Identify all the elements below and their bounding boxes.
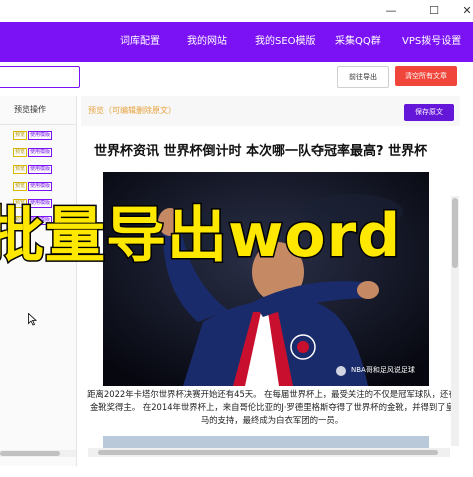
clear-all-button[interactable]: 清空所有文章 <box>395 66 457 86</box>
scrollbar-thumb[interactable] <box>452 198 458 268</box>
preview-link[interactable]: 预览 <box>13 165 28 174</box>
photo-watermark: NBA哥和足风说足球 <box>351 366 415 374</box>
preview-link[interactable]: 预览 <box>13 131 28 140</box>
maximize-icon[interactable]: ☐ <box>419 0 449 22</box>
use-template-link[interactable]: 使用模版 <box>28 148 53 157</box>
list-item: 预览 使用模版 <box>13 182 53 192</box>
main-panel: 预览（可编辑删除原文） 保存原文 世界杯资讯 世界杯倒计时 本次哪一队夺冠率最高… <box>81 96 460 456</box>
article-title[interactable]: 世界杯资讯 世界杯倒计时 本次哪一队夺冠率最高? 世界杯 <box>94 140 460 159</box>
left-panel: 预览操作 预览 使用模版 预览 使用模版 预览 使用模版 预览 使用模版 预览 使用模版 … <box>0 96 77 466</box>
left-panel-scrollbar[interactable] <box>0 450 76 457</box>
overlay-caption: 批量导出word <box>0 200 402 273</box>
toolbar: 前往导出 清空所有文章 <box>0 62 473 94</box>
nav-item-vps-settings[interactable]: VPS拨号设置 <box>402 22 461 62</box>
left-panel-title: 预览操作 <box>14 105 46 114</box>
preview-header: 预览（可编辑删除原文） 保存原文 <box>81 96 460 126</box>
close-icon[interactable]: ✕ <box>452 0 473 22</box>
mouse-cursor-icon <box>28 313 37 326</box>
use-template-link[interactable]: 使用模版 <box>28 165 53 174</box>
scrollbar-thumb[interactable] <box>0 451 60 456</box>
article-body[interactable]: 距离2022年卡塔尔世界杯决赛开始还有45天。 在每届世界杯上，最受关注的不仅是… <box>87 388 457 427</box>
scrollbar-thumb[interactable] <box>98 450 438 455</box>
horizontal-scrollbar[interactable] <box>88 448 450 457</box>
use-template-link[interactable]: 使用模版 <box>28 131 53 140</box>
minimize-icon[interactable]: — <box>376 0 406 22</box>
left-panel-header: 预览操作 <box>0 96 76 125</box>
save-original-button[interactable]: 保存原文 <box>404 104 454 121</box>
preview-link[interactable]: 预览 <box>13 182 28 191</box>
preview-label: 预览（可编辑删除原文） <box>88 106 176 115</box>
nav-item-my-sites[interactable]: 我的网站 <box>187 22 227 62</box>
list-item: 预览 使用模版 <box>13 165 53 175</box>
nav-item-seo-templates[interactable]: 我的SEO模版 <box>255 22 316 62</box>
list-item: 预览 使用模版 <box>13 131 53 141</box>
preview-link[interactable]: 预览 <box>13 148 28 157</box>
top-nav: 词库配置 我的网站 我的SEO模版 采集QQ群 VPS拨号设置 <box>0 22 473 62</box>
search-input[interactable] <box>0 66 80 88</box>
list-item: 预览 使用模版 <box>13 148 53 158</box>
vertical-scrollbar[interactable] <box>451 196 459 446</box>
use-template-link[interactable]: 使用模版 <box>28 182 53 191</box>
nav-item-qq-groups[interactable]: 采集QQ群 <box>335 22 381 62</box>
window-titlebar: — ☐ ✕ <box>0 0 473 22</box>
export-button[interactable]: 前往导出 <box>337 66 389 88</box>
nav-item-lexicon[interactable]: 词库配置 <box>120 22 160 62</box>
